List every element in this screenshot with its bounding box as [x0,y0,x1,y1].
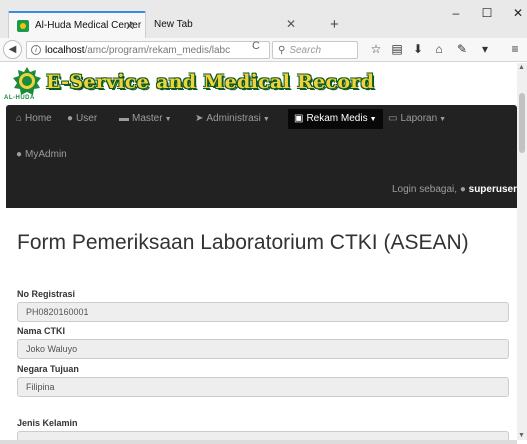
horizontal-scrollbar[interactable] [0,440,517,444]
site-favicon-icon [17,19,29,32]
close-tab-icon[interactable]: ✕ [286,17,296,31]
browser-nav-bar: ◀ i localhost/amc/program/rekam_medis/la… [0,38,527,62]
dropdown-arrow-icon[interactable]: ▾ [478,42,492,56]
nav-master-label: Master [132,113,163,124]
download-icon[interactable]: ⬇ [411,42,425,56]
nav-master[interactable]: ▬ Master ▼ [119,109,172,129]
list-icon: ▬ [119,113,129,124]
chevron-down-icon: ▼ [262,116,270,123]
nav-laporan[interactable]: ▭ Laporan ▼ [388,109,446,129]
site-title[interactable]: E-Service and Medical Record [46,71,374,93]
scrollbar-thumb[interactable] [519,93,525,153]
minimize-icon[interactable]: – [448,6,464,20]
nav-home[interactable]: ⌂ Home [16,109,52,129]
no-registrasi-label: No Registrasi [17,289,76,299]
nav-administrasi[interactable]: ➤ Administrasi ▼ [195,109,270,129]
back-button[interactable]: ◀ [3,40,22,59]
negara-tujuan-field[interactable]: Filipina [17,377,509,397]
tab-al-huda[interactable]: Al-Huda Medical Center ✕ [8,11,146,38]
report-icon: ▭ [388,113,398,124]
url-path: /amc/program/rekam_medis/labc [84,44,231,56]
login-username[interactable]: superuser [469,184,517,195]
chevron-down-icon: ▼ [369,116,377,123]
url-bar[interactable]: i localhost/amc/program/rekam_medis/labc [26,41,270,59]
main-navbar: ⌂ Home ● User ▬ Master ▼ ➤ Administrasi ▼ ▣ Rek… [6,105,517,208]
login-prefix: Login sebagai, [391,184,458,195]
tags-icon: ➤ [195,113,204,124]
info-icon[interactable]: i [31,45,41,55]
nav-user[interactable]: ● User [67,109,97,129]
home-browser-icon[interactable]: ⌂ [432,42,446,56]
nama-ctki-field[interactable]: Joko Waluyo [17,339,509,359]
user-icon: ● [16,149,23,160]
no-registrasi-field[interactable]: PH0820160001 [17,302,509,322]
login-status: Login sebagai, ● superuser [392,184,517,195]
extension-icon[interactable]: ✎ [455,42,469,56]
search-icon: ⚲ [278,44,286,56]
hamburger-menu-icon[interactable]: ≡ [508,42,522,56]
al-huda-logo-icon [13,67,41,95]
nav-laporan-label: Laporan [400,113,438,124]
nav-home-label: Home [25,113,52,124]
vertical-scrollbar[interactable]: ▲ ▼ [517,63,527,440]
maximize-icon[interactable]: ☐ [479,6,495,20]
scroll-up-icon[interactable]: ▲ [518,64,525,71]
close-tab-icon[interactable]: ✕ [125,19,135,33]
reload-icon[interactable]: C [252,40,260,52]
reading-list-icon[interactable]: ▤ [390,42,404,56]
browser-tab-bar: Al-Huda Medical Center ✕ New Tab ✕ + – ☐… [0,0,527,38]
nav-rekam-medis-label: Rekam Medis [306,113,368,124]
window-close-icon[interactable]: ✕ [510,6,526,20]
negara-tujuan-label: Negara Tujuan [17,364,79,374]
nav-myadmin-label: MyAdmin [25,149,67,160]
user-icon: ● [67,113,74,124]
chevron-down-icon: ▼ [439,116,447,123]
nama-ctki-label: Nama CTKI [17,326,66,336]
page-viewport: AL-HUDA E-Service and Medical Record ⌂ Ho… [0,63,517,440]
logo-text: AL-HUDA [4,95,35,101]
scroll-down-icon[interactable]: ▼ [518,432,525,439]
home-icon: ⌂ [16,113,23,124]
new-tab-button[interactable]: + [330,16,339,33]
nav-user-label: User [76,113,98,124]
jenis-kelamin-select[interactable] [17,431,509,440]
search-placeholder: Search [289,44,322,56]
search-input[interactable]: ⚲ Search [272,41,358,59]
bookmark-star-icon[interactable]: ☆ [369,42,383,56]
page-title: Form Pemeriksaan Laboratorium CTKI (ASEA… [17,231,469,254]
url-host: localhost [45,44,85,56]
tab-new-tab[interactable]: New Tab ✕ [146,11,306,38]
jenis-kelamin-label: Jenis Kelamin [17,418,78,428]
site-header: AL-HUDA E-Service and Medical Record [0,63,517,105]
chevron-down-icon: ▼ [164,116,172,123]
nav-myadmin[interactable]: ● MyAdmin [16,145,67,165]
book-icon: ▣ [294,113,304,124]
nav-administrasi-label: Administrasi [206,113,261,124]
nav-rekam-medis[interactable]: ▣ Rekam Medis ▼ [288,109,383,129]
tab-title: New Tab [154,19,193,30]
user-icon: ● [459,184,466,195]
